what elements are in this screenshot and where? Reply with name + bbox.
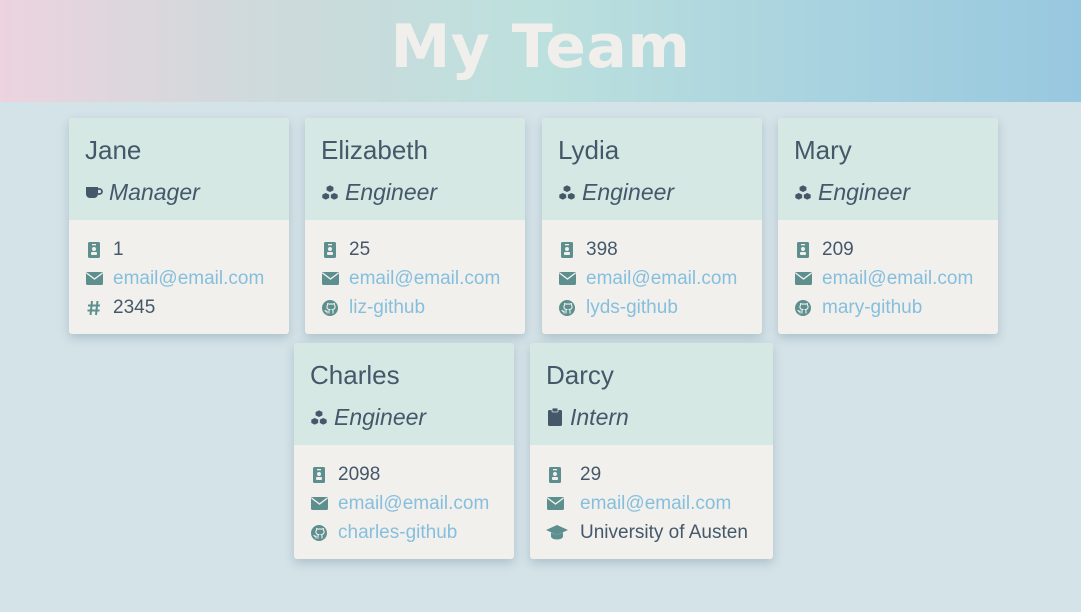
employee-card: Jane Manager 1 email@email.com 2345 xyxy=(69,118,289,334)
github-link[interactable]: lyds-github xyxy=(586,297,678,319)
envelope-icon xyxy=(85,270,103,288)
hashtag-icon xyxy=(85,299,103,317)
envelope-icon xyxy=(794,270,812,288)
card-header: Lydia Engineer xyxy=(542,118,762,220)
employee-id-row: 1 xyxy=(85,235,273,264)
cubes-icon xyxy=(794,183,812,201)
employee-email-row: email@email.com xyxy=(321,264,509,293)
employee-extra-row: University of Austen xyxy=(546,518,757,547)
employee-id: 398 xyxy=(586,238,618,260)
employee-card: Charles Engineer 2098 email@email.com ch… xyxy=(294,343,514,559)
employee-email-row: email@email.com xyxy=(85,264,273,293)
id-badge-icon xyxy=(321,241,339,259)
employee-name: Lydia xyxy=(558,135,620,165)
employee-email-link[interactable]: email@email.com xyxy=(586,268,737,290)
employee-email-link[interactable]: email@email.com xyxy=(822,268,973,290)
card-header: Elizabeth Engineer xyxy=(305,118,525,220)
card-header: Charles Engineer xyxy=(294,343,514,445)
employee-role: Engineer xyxy=(310,404,498,430)
employee-id-row: 25 xyxy=(321,235,509,264)
github-link[interactable]: mary-github xyxy=(822,297,922,319)
employee-role: Engineer xyxy=(794,179,982,205)
id-badge-icon xyxy=(558,241,576,259)
employee-role-label: Manager xyxy=(109,179,200,205)
clipboard-icon xyxy=(546,408,564,426)
employee-id: 209 xyxy=(822,238,854,260)
employee-role-label: Engineer xyxy=(334,404,427,430)
cubes-icon xyxy=(558,183,576,201)
employee-role-label: Engineer xyxy=(818,179,911,205)
card-body: 398 email@email.com lyds-github xyxy=(542,220,762,322)
employee-email-row: email@email.com xyxy=(794,264,982,293)
employee-role-label: Engineer xyxy=(345,179,438,205)
envelope-icon xyxy=(310,495,328,513)
employee-name: Charles xyxy=(310,360,400,390)
employee-id-row: 29 xyxy=(546,460,757,489)
school-name: University of Austen xyxy=(580,521,748,543)
employee-id-row: 398 xyxy=(558,235,746,264)
employee-name: Elizabeth xyxy=(321,135,428,165)
id-badge-icon xyxy=(310,466,328,484)
employee-card: Darcy Intern 29 email@email.com Universi… xyxy=(530,343,773,559)
graduation-cap-icon xyxy=(546,524,568,542)
github-icon xyxy=(321,299,339,317)
card-header: Mary Engineer xyxy=(778,118,998,220)
page-header: My Team xyxy=(0,0,1081,102)
employee-id: 1 xyxy=(113,238,124,260)
employee-email-link[interactable]: email@email.com xyxy=(338,493,489,515)
employee-extra-row: charles-github xyxy=(310,518,498,547)
employee-id: 29 xyxy=(580,463,602,485)
employee-role-label: Engineer xyxy=(582,179,675,205)
employee-name: Mary xyxy=(794,135,852,165)
employee-card: Elizabeth Engineer 25 email@email.com li… xyxy=(305,118,525,334)
employee-card: Mary Engineer 209 email@email.com mary-g… xyxy=(778,118,998,334)
envelope-icon xyxy=(546,495,564,513)
employee-email-row: email@email.com xyxy=(310,489,498,518)
office-number: 2345 xyxy=(113,296,156,318)
employee-extra-row: lyds-github xyxy=(558,293,746,322)
github-link[interactable]: liz-github xyxy=(349,297,425,319)
cubes-icon xyxy=(310,408,328,426)
employee-email-row: email@email.com xyxy=(546,489,757,518)
employee-name: Jane xyxy=(85,135,142,165)
employee-extra-row: mary-github xyxy=(794,293,982,322)
card-body: 25 email@email.com liz-github xyxy=(305,220,525,322)
employee-role: Engineer xyxy=(321,179,509,205)
employee-role: Manager xyxy=(85,179,273,205)
employee-name: Darcy xyxy=(546,360,614,390)
employee-role: Engineer xyxy=(558,179,746,205)
id-badge-icon xyxy=(85,241,103,259)
envelope-icon xyxy=(558,270,576,288)
github-link[interactable]: charles-github xyxy=(338,522,457,544)
github-icon xyxy=(558,299,576,317)
envelope-icon xyxy=(321,270,339,288)
employee-email-link[interactable]: email@email.com xyxy=(349,268,500,290)
cubes-icon xyxy=(321,183,339,201)
id-badge-icon xyxy=(546,466,564,484)
employee-email-row: email@email.com xyxy=(558,264,746,293)
employee-role: Intern xyxy=(546,404,757,430)
employee-id: 25 xyxy=(349,238,371,260)
id-badge-icon xyxy=(794,241,812,259)
card-header: Jane Manager xyxy=(69,118,289,220)
page-title: My Team xyxy=(390,12,691,82)
coffee-icon xyxy=(85,183,103,201)
card-header: Darcy Intern xyxy=(530,343,773,445)
github-icon xyxy=(310,524,328,542)
employee-email-link[interactable]: email@email.com xyxy=(580,493,731,515)
employee-extra-row: liz-github xyxy=(321,293,509,322)
card-body: 29 email@email.com University of Austen xyxy=(530,445,773,547)
github-icon xyxy=(794,299,812,317)
card-body: 1 email@email.com 2345 xyxy=(69,220,289,322)
employee-id: 2098 xyxy=(338,463,381,485)
employee-role-label: Intern xyxy=(570,404,629,430)
employee-email-link[interactable]: email@email.com xyxy=(113,268,264,290)
employee-id-row: 209 xyxy=(794,235,982,264)
card-body: 2098 email@email.com charles-github xyxy=(294,445,514,547)
employee-card: Lydia Engineer 398 email@email.com lyds-… xyxy=(542,118,762,334)
card-body: 209 email@email.com mary-github xyxy=(778,220,998,322)
employee-extra-row: 2345 xyxy=(85,293,273,322)
employee-id-row: 2098 xyxy=(310,460,498,489)
